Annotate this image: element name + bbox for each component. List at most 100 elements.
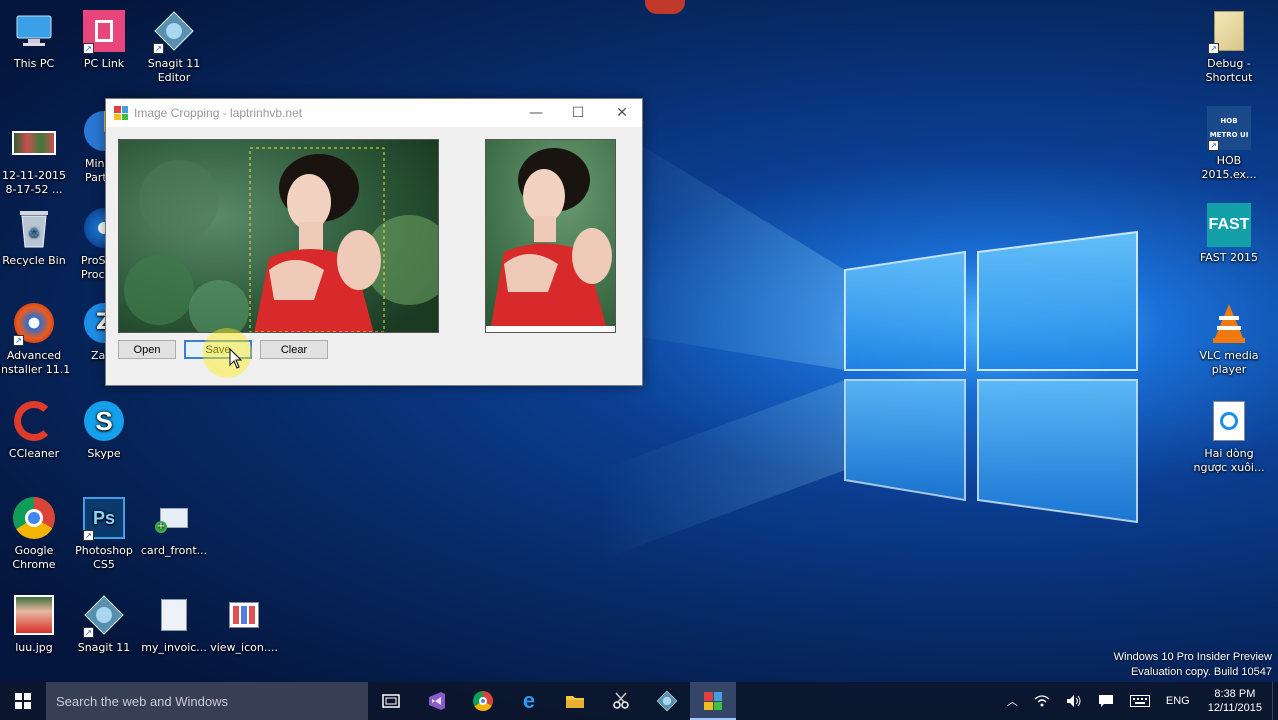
taskbar: Search the web and Windows e ︿ ENG 8:38 …	[0, 682, 1278, 720]
cropped-photo	[486, 140, 615, 326]
desktop-icon-label: PC Link	[83, 57, 125, 70]
maximize-button[interactable]: ☐	[556, 99, 600, 127]
desktop-icon-label: This PC	[13, 57, 55, 70]
desktop-icon-invoice[interactable]: my_invoic...	[137, 592, 211, 655]
photoshop-icon: Ps ↗	[81, 495, 127, 541]
recording-badge	[645, 0, 685, 14]
invoice-file-icon	[151, 592, 197, 638]
image-cropping-window[interactable]: Image Cropping - laptrinhvb.net — ☐ ✕ Op…	[105, 98, 643, 386]
desktop-icon-label: 12-11-2015 8-17-52 ...	[2, 169, 66, 196]
desktop-icon-skype[interactable]: S Skype	[67, 398, 141, 461]
window-title: Image Cropping - laptrinhvb.net	[134, 106, 303, 120]
image-file-icon	[11, 120, 57, 166]
desktop-icon-label: card_front...	[140, 544, 208, 557]
desktop-icon-card-front[interactable]: + card_front...	[137, 495, 211, 558]
windows-evaluation-watermark: Windows 10 Pro Insider Preview Evaluatio…	[1114, 650, 1272, 680]
show-hidden-icons-chevron-up-icon[interactable]: ︿	[999, 693, 1026, 709]
task-view-button[interactable]	[368, 682, 414, 720]
window-titlebar[interactable]: Image Cropping - laptrinhvb.net — ☐ ✕	[106, 99, 642, 127]
taskbar-image-cropping-app[interactable]	[690, 682, 736, 720]
skype-icon: S	[81, 398, 127, 444]
file-explorer-icon	[566, 696, 584, 708]
keyboard-icon[interactable]	[1122, 695, 1158, 707]
close-button[interactable]: ✕	[600, 99, 644, 127]
clear-button[interactable]: Clear	[260, 340, 328, 359]
desktop-icon-label: CCleaner	[8, 447, 60, 460]
desktop-icon-label: my_invoic...	[141, 641, 207, 654]
desktop-icon-ccleaner[interactable]: CCleaner	[0, 398, 71, 461]
search-placeholder: Search the web and Windows	[56, 693, 228, 709]
computer-icon	[11, 8, 57, 54]
open-button[interactable]: Open	[118, 340, 176, 359]
desktop-icon-recycle-bin[interactable]: ♻ Recycle Bin	[0, 205, 71, 268]
image-cropping-app-icon	[704, 692, 722, 710]
desktop-icon-label: Snagit 11	[77, 641, 131, 654]
watermark-line-1: Windows 10 Pro Insider Preview	[1113, 651, 1272, 663]
system-tray: ︿ ENG 8:38 PM 12/11/2015	[999, 682, 1278, 720]
desktop-icon-luu-jpg[interactable]: luu.jpg	[0, 592, 71, 655]
clock-time: 8:38 PM	[1214, 688, 1256, 700]
desktop-icon-label: Skype	[87, 447, 121, 460]
cursor-highlight	[202, 328, 252, 378]
view-icon-file-icon	[221, 592, 267, 638]
vlc-icon	[1206, 300, 1252, 346]
desktop-icon-hob[interactable]: HOB METRO UI ↗ HOB 2015.ex...	[1192, 105, 1266, 182]
taskbar-snagit[interactable]	[644, 682, 690, 720]
card-file-icon: +	[151, 495, 197, 541]
desktop-icon-hai-dong[interactable]: Hai dòng ngược xuôi...	[1192, 398, 1266, 475]
desktop-icon-vlc[interactable]: VLC media player	[1192, 300, 1266, 377]
desktop-icon-label: luu.jpg	[15, 641, 53, 654]
minimize-button[interactable]: —	[514, 99, 558, 127]
desktop-icon-snagit[interactable]: ↗ Snagit 11	[67, 592, 141, 655]
desktop-icon-snagit-editor[interactable]: ↗ Snagit 11 Editor	[137, 8, 211, 85]
desktop-icon-advanced-installer[interactable]: ↗ Advanced Installer 11.1	[0, 300, 71, 377]
desktop-icon-debug-shortcut[interactable]: ↗ Debug - Shortcut	[1192, 8, 1266, 85]
desktop-icon-label: Snagit 11 Editor	[147, 57, 201, 84]
desktop-icon-pc-link[interactable]: ↗ PC Link	[67, 8, 141, 71]
desktop-icon-label: view_icon....	[210, 641, 278, 654]
desktop-icon-photoshop[interactable]: Ps ↗ Photoshop CS5	[67, 495, 141, 572]
app-window-icon	[114, 106, 128, 120]
cropped-picture-box	[485, 139, 616, 333]
volume-icon[interactable]	[1058, 694, 1090, 708]
chrome-icon	[473, 691, 493, 711]
clock-date: 12/11/2015	[1207, 702, 1262, 714]
language-indicator[interactable]: ENG	[1158, 695, 1198, 707]
network-icon[interactable]	[1026, 694, 1058, 708]
action-center-icon[interactable]	[1090, 694, 1122, 708]
source-photo	[119, 140, 438, 332]
recycle-bin-icon: ♻	[11, 205, 57, 251]
installer-icon: ↗	[11, 300, 57, 346]
desktop-icon-chrome[interactable]: Google Chrome	[0, 495, 71, 572]
snipping-icon	[613, 692, 629, 709]
desktop-icon-view-icon[interactable]: view_icon....	[207, 592, 281, 655]
start-button[interactable]	[0, 682, 46, 720]
source-picture-box[interactable]	[118, 139, 439, 333]
wallpaper-light-rays	[600, 120, 1138, 560]
taskbar-visual-studio[interactable]	[414, 682, 460, 720]
taskbar-clock[interactable]: 8:38 PM 12/11/2015	[1198, 687, 1272, 715]
svg-text:♻: ♻	[29, 226, 40, 240]
taskbar-file-explorer[interactable]	[552, 682, 598, 720]
fast-icon: FAST	[1206, 202, 1252, 248]
show-desktop-button[interactable]	[1272, 682, 1278, 720]
desktop-icon-label: Recycle Bin	[2, 254, 66, 267]
edge-icon: e	[522, 688, 536, 713]
snagit-icon: ↗	[81, 592, 127, 638]
taskbar-chrome[interactable]	[460, 682, 506, 720]
desktop-icon-label: Google Chrome	[12, 544, 56, 571]
pc-link-icon: ↗	[81, 8, 127, 54]
desktop-icon-fast[interactable]: FAST FAST 2015	[1192, 202, 1266, 265]
jpg-file-icon	[11, 592, 57, 638]
chrome-icon	[11, 495, 57, 541]
watermark-line-2: Evaluation copy. Build 10547	[1130, 666, 1272, 678]
snagit-icon	[656, 690, 678, 712]
taskbar-snipping-tool[interactable]	[598, 682, 644, 720]
desktop-icon-image-file[interactable]: 12-11-2015 8-17-52 ...	[0, 120, 71, 197]
desktop-icon-label: Advanced Installer 11.1	[0, 349, 71, 376]
taskbar-edge[interactable]: e	[506, 682, 552, 720]
snagit-editor-icon: ↗	[151, 8, 197, 54]
media-file-icon	[1206, 398, 1252, 444]
desktop-icon-this-pc[interactable]: This PC	[0, 8, 71, 71]
taskbar-search-box[interactable]: Search the web and Windows	[46, 682, 368, 720]
